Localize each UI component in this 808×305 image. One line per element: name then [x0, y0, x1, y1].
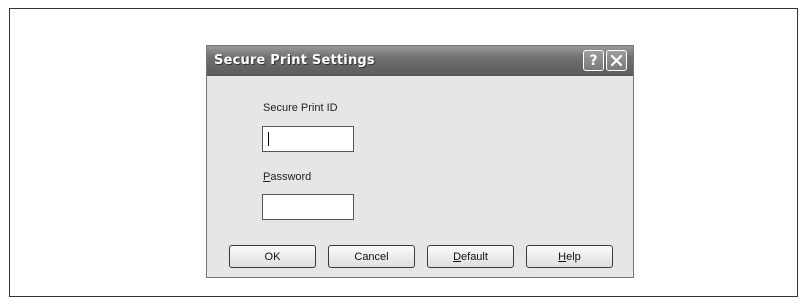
dialog-title: Secure Print Settings [214, 53, 375, 68]
close-title-button[interactable] [606, 50, 627, 71]
help-button[interactable]: Help [526, 245, 613, 268]
help-button-rest: elp [566, 250, 581, 263]
secure-print-id-input[interactable] [262, 126, 354, 152]
help-title-button[interactable]: ? [583, 50, 604, 71]
question-icon: ? [589, 52, 598, 69]
close-icon [610, 54, 623, 67]
text-caret [268, 132, 269, 146]
default-button-rest: efault [461, 250, 488, 263]
password-input[interactable] [262, 194, 354, 220]
secure-print-id-label: Secure Print ID [263, 102, 338, 114]
title-bar: Secure Print Settings ? [207, 46, 633, 76]
password-label-rest: assword [270, 171, 312, 183]
secure-print-settings-dialog: Secure Print Settings ? Secure Print ID … [206, 45, 634, 278]
help-button-mnemonic: H [558, 250, 567, 263]
default-button[interactable]: Default [427, 245, 514, 268]
cancel-button[interactable]: Cancel [328, 245, 415, 268]
password-label: Password [263, 171, 311, 183]
default-button-mnemonic: D [453, 250, 462, 263]
illustration-frame: Secure Print Settings ? Secure Print ID … [9, 8, 798, 297]
ok-button[interactable]: OK [229, 245, 316, 268]
